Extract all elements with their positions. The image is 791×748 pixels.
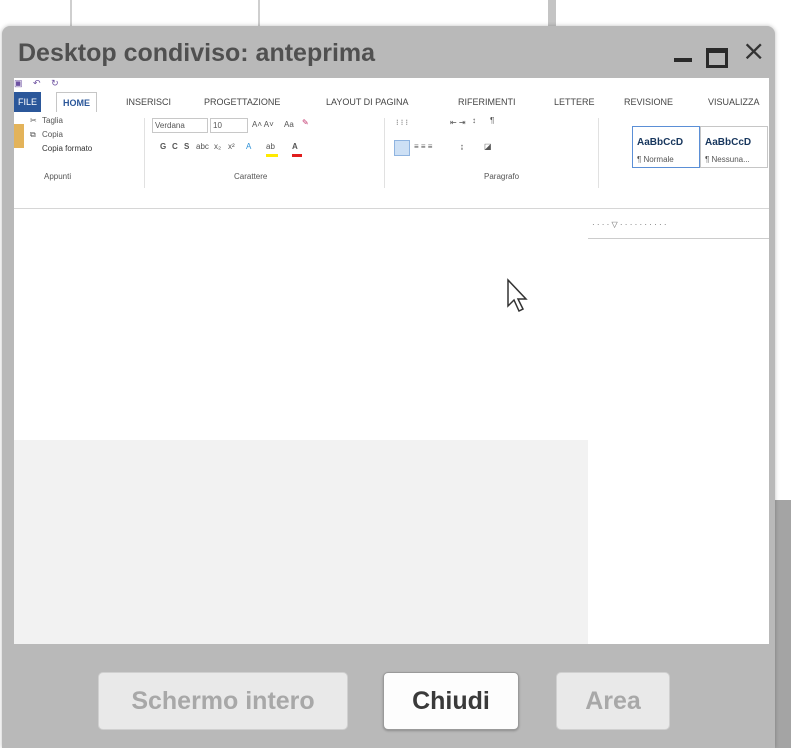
redo-icon: ↻ [51, 78, 59, 88]
align-center-icon: ≡ ≡ ≡ [414, 142, 433, 151]
change-case-icon: Aa [284, 120, 294, 129]
font-name-box: Verdana [152, 118, 208, 133]
group-separator [384, 118, 385, 188]
tab-visualizza: VISUALIZZA [708, 97, 760, 107]
font-size-box: 10 [210, 118, 248, 133]
tab-home: HOME [56, 92, 97, 113]
style-preview: AaBbCcD [637, 137, 684, 148]
tab-lettere: LETTERE [554, 97, 595, 107]
copy-icon: ⧉ [30, 130, 36, 139]
group-separator [598, 118, 599, 188]
shading-icon: ◪ [484, 142, 492, 151]
area-button[interactable]: Area [556, 672, 670, 730]
pilcrow-icon: ¶ [490, 116, 495, 125]
sort-icon: ↕ [472, 116, 476, 125]
dialog-title: Desktop condiviso: anteprima [18, 39, 376, 67]
bold-icon: G [160, 142, 167, 151]
tab-file: FILE [14, 92, 42, 112]
style-no-spacing: AaBbCcD ¶ Nessuna... [700, 126, 768, 168]
cut-label: Taglia [42, 116, 63, 125]
tab-revisione: REVISIONE [624, 97, 674, 107]
highlight-color-bar [266, 154, 278, 157]
underline-icon: S [184, 142, 190, 151]
screen-preview: ▣ ↶ ↻ FILE HOME INSERISCI PROGETTAZIONE … [14, 78, 769, 644]
font-group-label: Carattere [234, 172, 268, 181]
style-normal: AaBbCcD ¶ Normale [632, 126, 700, 168]
tab-progettazione: PROGETTAZIONE [204, 97, 281, 107]
superscript-icon: x² [228, 142, 235, 151]
subscript-icon: x₂ [214, 142, 222, 151]
paragraph-group-label: Paragrafo [484, 172, 520, 181]
close-button[interactable]: Chiudi [383, 672, 519, 730]
style-label: ¶ Nessuna... [705, 155, 750, 164]
document-ruler: · · · · ▽ · · · · · · · · · · [588, 208, 769, 239]
group-separator [144, 118, 145, 188]
text-effects-icon: A [246, 142, 252, 151]
indent-icon: ⇤ ⇥ [450, 118, 466, 127]
style-label: ¶ Normale [637, 155, 674, 164]
clipboard-group-label: Appunti [44, 172, 72, 181]
style-preview: AaBbCcD [705, 137, 752, 148]
ruler-ticks: · · · · ▽ · · · · · · · · · · [592, 220, 667, 229]
tab-layout: LAYOUT DI PAGINA [326, 97, 409, 107]
font-color-icon: A [292, 142, 298, 151]
ribbon-tabs: FILE HOME INSERISCI PROGETTAZIONE LAYOUT… [14, 92, 769, 113]
fullscreen-button[interactable]: Schermo intero [98, 672, 348, 730]
undo-icon: ↶ [33, 78, 41, 88]
background-panel [775, 500, 791, 748]
cut-icon: ✂ [30, 116, 37, 125]
close-icon[interactable]: × [742, 36, 765, 66]
bullets-icon: ⁝ ⁝ ⁝ [396, 118, 409, 127]
ribbon-home: ✂ Taglia ⧉ Copia Copia formato Appunti V… [14, 112, 769, 209]
format-painter-label: Copia formato [42, 144, 93, 153]
italic-icon: C [172, 142, 178, 151]
maximize-icon[interactable] [706, 48, 728, 68]
mouse-pointer-icon [507, 278, 528, 313]
align-left-icon [394, 140, 410, 156]
clear-format-icon: ✎ [302, 118, 309, 127]
font-color-bar [292, 154, 302, 157]
quick-access-toolbar: ▣ ↶ ↻ [14, 78, 67, 90]
save-icon: ▣ [14, 78, 23, 88]
line-spacing-icon: ↨ [460, 142, 464, 151]
paste-icon [14, 124, 24, 148]
shared-desktop-preview-dialog: Desktop condiviso: anteprima × ▣ ↶ ↻ FIL… [2, 26, 775, 748]
tab-inserisci: INSERISCI [126, 97, 172, 107]
grow-font-icon: A˄ A˅ [252, 120, 274, 129]
copy-label: Copia [42, 130, 63, 139]
strikethrough-icon: abc [196, 142, 209, 151]
highlight-icon: ab [266, 142, 275, 151]
tab-riferimenti: RIFERIMENTI [458, 97, 516, 107]
